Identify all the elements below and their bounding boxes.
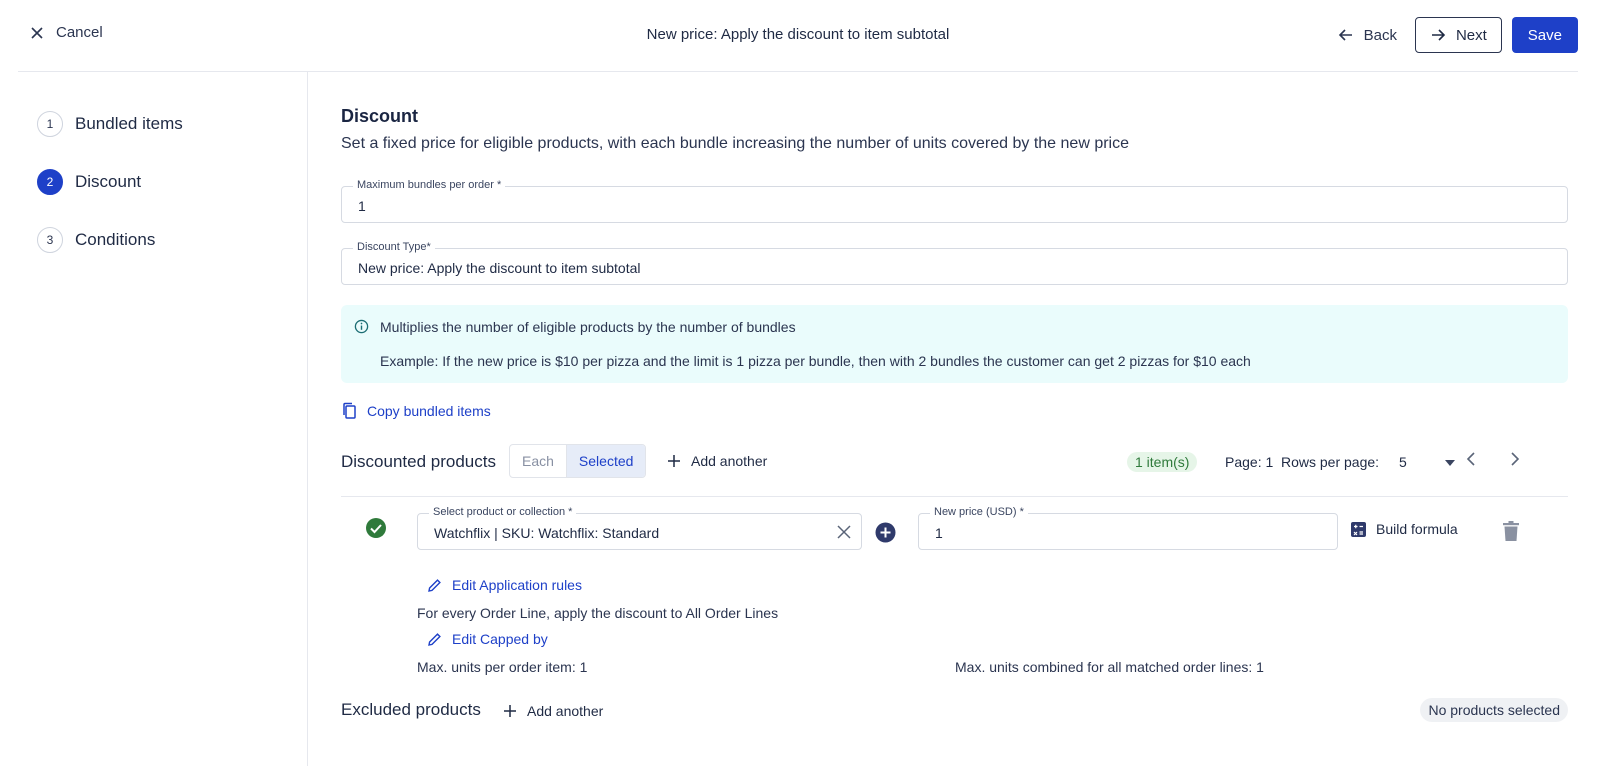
chevron-left-icon[interactable] [1465, 450, 1477, 468]
field-value: 1 [358, 198, 366, 214]
steps-sidebar: 1 Bundled items 2 Discount 3 Conditions [0, 72, 308, 766]
close-icon [31, 26, 43, 39]
max-units-combined-text: Max. units combined for all matched orde… [955, 659, 1264, 675]
field-value: New price: Apply the discount to item su… [358, 260, 641, 276]
field-label: Maximum bundles per order * [353, 179, 506, 191]
step-bundled-items[interactable]: 1 Bundled items [37, 111, 183, 137]
step-conditions[interactable]: 3 Conditions [37, 227, 155, 253]
toggle-selected[interactable]: Selected [565, 445, 646, 477]
build-formula-label: Build formula [1376, 521, 1458, 537]
edit-application-rules-link[interactable]: Edit Application rules [427, 577, 582, 593]
arrow-left-icon [1338, 29, 1352, 41]
rows-per-page-label: Rows per page: [1281, 454, 1380, 470]
edit-application-rules-label: Edit Application rules [452, 577, 582, 593]
edit-capped-by-label: Edit Capped by [452, 631, 548, 647]
excluded-products-label: Excluded products [341, 700, 481, 719]
item-count-badge: 1 item(s) [1127, 452, 1198, 472]
save-button[interactable]: Save [1511, 17, 1578, 53]
application-rules-text: For every Order Line, apply the discount… [417, 605, 779, 621]
discount-panel: Discount Set a fixed price for eligible … [341, 72, 1568, 766]
clear-icon[interactable] [837, 525, 851, 539]
cancel-label: Cancel [56, 24, 103, 41]
field-label: Select product or collection * [429, 506, 577, 518]
copy-bundled-items-link[interactable]: Copy bundled items [341, 402, 491, 420]
field-label: Discount Type* [353, 241, 435, 253]
add-circle-icon[interactable] [875, 522, 896, 543]
info-example: Example: If the new price is $10 per piz… [380, 353, 1251, 369]
back-button[interactable]: Back [1330, 17, 1405, 53]
step-label: Bundled items [75, 114, 183, 133]
step-number: 2 [37, 169, 63, 195]
discounted-products-label: Discounted products [341, 452, 496, 471]
field-value: Watchflix | SKU: Watchflix: Standard [434, 525, 660, 541]
build-formula-button[interactable]: Build formula [1351, 521, 1458, 537]
pencil-icon [428, 632, 441, 646]
caret-down-icon [1445, 460, 1455, 466]
edit-capped-by-link[interactable]: Edit Capped by [427, 631, 548, 647]
step-number: 3 [37, 227, 63, 253]
add-another-button[interactable]: Add another [667, 453, 767, 469]
add-excluded-label: Add another [527, 703, 604, 719]
discount-type-select[interactable]: Discount Type* New price: Apply the disc… [341, 241, 1568, 285]
rows-per-page-select[interactable]: 5 [1399, 454, 1455, 470]
arrow-right-icon [1431, 29, 1446, 41]
chevron-right-icon[interactable] [1509, 450, 1521, 468]
step-number: 1 [37, 111, 63, 137]
add-excluded-button[interactable]: Add another [503, 703, 603, 719]
new-price-field[interactable]: New price (USD) * 1 [918, 506, 1338, 550]
plus-icon [504, 705, 516, 717]
calculator-icon [1351, 521, 1366, 537]
section-title: Discount [341, 106, 419, 126]
plus-icon [668, 455, 680, 467]
max-units-per-item-text: Max. units per order item: 1 [417, 659, 588, 675]
page-indicator: Page: 1 [1225, 454, 1274, 470]
product-select-field[interactable]: Select product or collection * Watchflix… [417, 506, 862, 550]
back-label: Back [1363, 26, 1397, 44]
excluded-products-header: Excluded products Add another No product… [341, 698, 1568, 728]
field-label: New price (USD) * [930, 506, 1028, 518]
info-text: Multiplies the number of eligible produc… [380, 319, 796, 335]
add-another-label: Add another [691, 453, 768, 469]
each-selected-toggle: Each Selected [509, 444, 647, 478]
check-circle-icon [366, 518, 386, 538]
info-icon [354, 319, 369, 334]
step-discount[interactable]: 2 Discount [37, 169, 141, 195]
cancel-button[interactable]: Cancel [30, 24, 103, 41]
section-description: Set a fixed price for eligible products,… [341, 135, 1129, 152]
excluded-status-badge: No products selected [1420, 698, 1568, 722]
discounted-products-header: Discounted products Each Selected Add an… [341, 444, 1568, 480]
max-bundles-field[interactable]: Maximum bundles per order * 1 [341, 179, 1568, 223]
field-value: 1 [935, 525, 943, 541]
trash-icon[interactable] [1503, 521, 1519, 541]
info-banner: Multiplies the number of eligible produc… [341, 305, 1568, 383]
copy-label: Copy bundled items [367, 403, 491, 419]
step-label: Conditions [75, 230, 156, 249]
copy-icon [343, 402, 356, 419]
next-button[interactable]: Next [1414, 17, 1502, 53]
header-actions: Back Next Save [1330, 17, 1578, 53]
top-bar: Cancel New price: Apply the discount to … [18, 0, 1578, 72]
step-label: Discount [75, 172, 142, 191]
discounted-product-row: Select product or collection * Watchflix… [341, 496, 1568, 675]
next-label: Next [1455, 26, 1487, 44]
pencil-icon [428, 578, 441, 592]
rows-per-page-value: 5 [1399, 454, 1407, 470]
toggle-each[interactable]: Each [510, 445, 566, 477]
